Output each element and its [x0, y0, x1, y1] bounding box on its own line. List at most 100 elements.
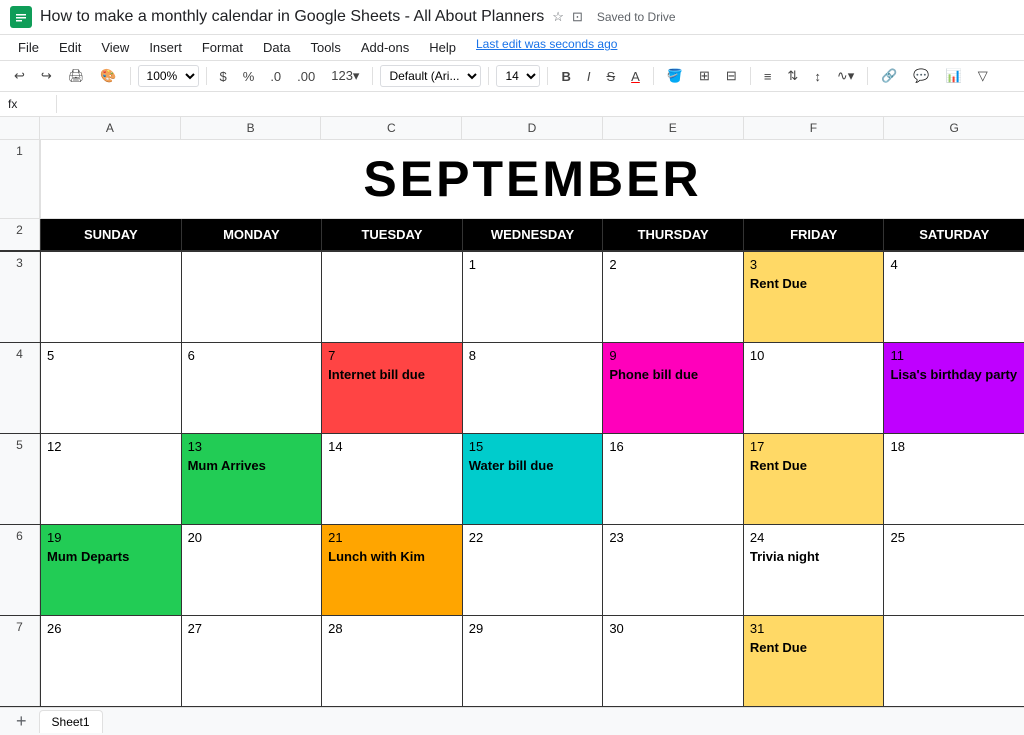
cal-cell-r5-c2[interactable]: 14 [321, 434, 462, 524]
cal-cell-r4-c2[interactable]: 7Internet bill due [321, 343, 462, 433]
more-format-button[interactable]: ∿▾ [831, 66, 860, 86]
separator-5 [547, 67, 548, 85]
valign-button[interactable]: ⇅ [781, 66, 804, 86]
font-select[interactable]: Default (Ari... [380, 65, 481, 87]
cal-cell-r6-c1[interactable]: 20 [181, 525, 322, 615]
cal-cell-r5-c4[interactable]: 16 [602, 434, 743, 524]
cal-cell-r4-c4[interactable]: 9Phone bill due [602, 343, 743, 433]
formula-divider [56, 95, 57, 113]
cal-cell-r7-c1[interactable]: 27 [181, 616, 322, 706]
percent-button[interactable]: % [237, 67, 261, 86]
cal-cell-r7-c6[interactable] [883, 616, 1024, 706]
cell-reference[interactable]: fx [8, 97, 48, 111]
italic-button[interactable]: I [581, 67, 597, 86]
undo-button[interactable]: ↩ [8, 66, 31, 86]
menu-insert[interactable]: Insert [141, 37, 190, 58]
day-number: 25 [890, 530, 1018, 545]
align-button[interactable]: ≡ [758, 67, 778, 86]
day-number: 19 [47, 530, 175, 545]
title-icons: ☆ ⊡ Saved to Drive [552, 9, 675, 25]
merge-button[interactable]: ⊟ [720, 66, 743, 86]
sheet-tab-1[interactable]: Sheet1 [39, 710, 103, 733]
cal-cell-r3-c3[interactable]: 1 [462, 252, 603, 342]
menu-file[interactable]: File [10, 37, 47, 58]
cal-cell-r7-c5[interactable]: 31Rent Due [743, 616, 884, 706]
event-label: Rent Due [750, 458, 878, 473]
cal-cell-r5-c6[interactable]: 18 [883, 434, 1024, 524]
month-title-cell[interactable]: SEPTEMBER [40, 140, 1024, 218]
font-size-select[interactable]: 14 [496, 65, 540, 87]
col-header-f[interactable]: F [744, 117, 885, 139]
day-number: 23 [609, 530, 737, 545]
text-rotation-button[interactable]: ↕ [808, 67, 827, 86]
event-label: Rent Due [750, 276, 878, 291]
print-button[interactable]: 🖨 [62, 66, 91, 86]
redo-button[interactable]: ↪ [35, 66, 58, 86]
col-header-e[interactable]: E [603, 117, 744, 139]
cal-cell-r3-c4[interactable]: 2 [602, 252, 743, 342]
zoom-select[interactable]: 100% [138, 65, 199, 87]
event-label: Internet bill due [328, 367, 456, 382]
cal-cell-r6-c2[interactable]: 21Lunch with Kim [321, 525, 462, 615]
paint-format-button[interactable]: 🎨 [94, 66, 122, 86]
cal-cell-r6-c6[interactable]: 25 [883, 525, 1024, 615]
col-header-c[interactable]: C [321, 117, 462, 139]
col-header-d[interactable]: D [462, 117, 603, 139]
cal-cell-r7-c0[interactable]: 26 [40, 616, 181, 706]
cal-cell-r6-c0[interactable]: 19Mum Departs [40, 525, 181, 615]
cal-cell-r4-c1[interactable]: 6 [181, 343, 322, 433]
cal-cell-r3-c0[interactable] [40, 252, 181, 342]
col-header-b[interactable]: B [181, 117, 322, 139]
last-edit-link[interactable]: Last edit was seconds ago [476, 37, 617, 58]
day-number: 20 [188, 530, 316, 545]
cal-cell-r4-c6[interactable]: 11Lisa's birthday party [883, 343, 1024, 433]
chart-button[interactable]: 📊 [940, 66, 968, 86]
calendar-row-7: 7262728293031Rent Due [0, 616, 1024, 707]
formula-input[interactable] [65, 97, 1016, 112]
day-number: 13 [188, 439, 316, 454]
strikethrough-button[interactable]: S [600, 67, 621, 86]
cal-cell-r3-c5[interactable]: 3Rent Due [743, 252, 884, 342]
filter-button[interactable]: ▽ [972, 66, 994, 86]
row-num-3: 3 [0, 252, 40, 342]
cal-cell-r3-c2[interactable] [321, 252, 462, 342]
cal-cell-r7-c3[interactable]: 29 [462, 616, 603, 706]
cal-cell-r4-c3[interactable]: 8 [462, 343, 603, 433]
menu-tools[interactable]: Tools [302, 37, 348, 58]
cal-cell-r5-c0[interactable]: 12 [40, 434, 181, 524]
cal-cell-r5-c1[interactable]: 13Mum Arrives [181, 434, 322, 524]
cal-cell-r6-c5[interactable]: 24Trivia night [743, 525, 884, 615]
menu-help[interactable]: Help [421, 37, 464, 58]
cal-cell-r6-c4[interactable]: 23 [602, 525, 743, 615]
col-header-g[interactable]: G [884, 117, 1024, 139]
col-header-a[interactable]: A [40, 117, 181, 139]
bold-button[interactable]: B [555, 67, 576, 86]
menu-format[interactable]: Format [194, 37, 251, 58]
cal-cell-r5-c5[interactable]: 17Rent Due [743, 434, 884, 524]
menu-edit[interactable]: Edit [51, 37, 89, 58]
decimal-decrease-button[interactable]: .0 [264, 67, 287, 86]
cal-cell-r5-c3[interactable]: 15Water bill due [462, 434, 603, 524]
decimal-increase-button[interactable]: .00 [291, 67, 321, 86]
history-icon[interactable]: ⊡ [572, 9, 583, 25]
link-button[interactable]: 🔗 [875, 66, 903, 86]
event-label: Rent Due [750, 640, 878, 655]
text-color-button[interactable]: A [625, 67, 646, 86]
cal-cell-r3-c6[interactable]: 4 [883, 252, 1024, 342]
menu-data[interactable]: Data [255, 37, 298, 58]
menu-view[interactable]: View [93, 37, 137, 58]
cal-cell-r4-c0[interactable]: 5 [40, 343, 181, 433]
menu-addons[interactable]: Add-ons [353, 37, 417, 58]
cal-cell-r6-c3[interactable]: 22 [462, 525, 603, 615]
star-icon[interactable]: ☆ [552, 9, 564, 25]
cal-cell-r3-c1[interactable] [181, 252, 322, 342]
cal-cell-r7-c4[interactable]: 30 [602, 616, 743, 706]
day-number: 2 [609, 257, 737, 272]
comment-button[interactable]: 💬 [907, 66, 935, 86]
cal-cell-r4-c5[interactable]: 10 [743, 343, 884, 433]
borders-button[interactable]: ⊞ [693, 66, 716, 86]
cal-cell-r7-c2[interactable]: 28 [321, 616, 462, 706]
format-number-button[interactable]: 123▾ [325, 66, 365, 86]
fill-color-button[interactable]: 🪣 [661, 66, 689, 86]
currency-button[interactable]: $ [214, 67, 233, 86]
